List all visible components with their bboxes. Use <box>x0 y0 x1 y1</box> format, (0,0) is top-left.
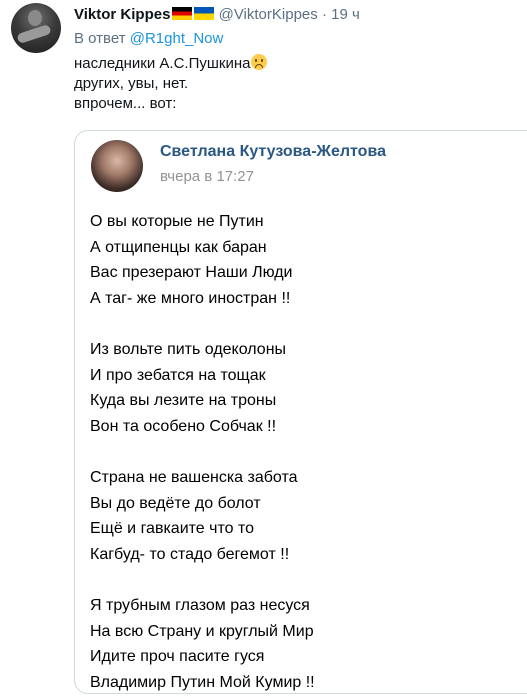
germany-flag-icon <box>172 7 193 20</box>
author-handle[interactable]: @ViktorKippes <box>219 6 318 23</box>
reply-context: В ответ @R1ght_Now <box>74 30 223 47</box>
tweet-line: других, увы, нет. <box>74 75 189 92</box>
poem-line: О вы которые не Путин <box>90 213 264 230</box>
poem-line: А отщипенцы как баран <box>90 238 267 256</box>
poem-line: Ещё и гавкаите что то <box>90 520 254 538</box>
poem-line: Идите проч пасите гуся <box>90 648 265 666</box>
tweet-line: впрочем... вот: <box>74 95 177 112</box>
attached-screenshot-card[interactable]: Светлана Кутузова-Желтова вчера в 17:27 … <box>74 130 527 694</box>
tweet-timestamp[interactable]: 19 ч <box>331 6 360 23</box>
poem-line: Я трубным глазом раз несуся <box>90 596 310 614</box>
avatar-guitar-shape <box>16 23 52 45</box>
poem-stanza: Страна не вашенска забота Вы до ведёте д… <box>90 465 315 567</box>
tweet-line-text: наследники А.С.Пушкина <box>74 55 251 72</box>
vk-post-date: вчера в 17:27 <box>160 168 254 185</box>
reply-prefix: В ответ <box>74 30 126 47</box>
vk-author-name: Светлана Кутузова-Желтова <box>160 143 386 160</box>
poem-line: А таг- же много иностран !! <box>90 289 291 307</box>
ukraine-flag-icon <box>194 7 215 20</box>
tweet-header: Viktor Kippes @ViktorKippes · 19 ч <box>74 6 360 23</box>
poem-line: Вас презерают Наши Люди <box>90 264 293 282</box>
poem-text: О вы которые не Путин А отщипенцы как ба… <box>90 209 315 693</box>
avatar-head-shape <box>28 10 42 26</box>
poem-line: Куда вы лезите на троны <box>90 392 277 410</box>
tweet-text: наследники А.С.Пушкина других, увы, нет.… <box>74 54 268 114</box>
poem-line: Страна не вашенска забота <box>90 468 298 486</box>
author-name[interactable]: Viktor Kippes <box>74 6 170 23</box>
separator-dot: · <box>321 6 327 23</box>
poem-line: Из вольте пить одеколоны <box>90 340 287 358</box>
poem-stanza: Я трубным глазом раз несуся На всю Стран… <box>90 593 315 693</box>
poem-line: Вон та особено Собчак !! <box>90 417 277 435</box>
poem-line: Владимир Путин Мой Кумир !! <box>90 673 315 691</box>
poem-line: На всю Страну и круглый Мир <box>90 622 314 640</box>
poem-stanza: Из вольте пить одеколоны И про зебатся н… <box>90 337 315 439</box>
poem-line: Кагбуд- то стадо бегемот !! <box>90 545 290 563</box>
author-avatar[interactable] <box>11 3 61 53</box>
poem-line: И про зебатся на тощак <box>90 366 266 384</box>
vk-author-avatar <box>91 140 143 192</box>
poem-line: Вы до ведёте до болот <box>90 494 261 512</box>
poem-stanza: О вы которые не Путин А отщипенцы как ба… <box>90 209 315 311</box>
reply-mention-link[interactable]: @R1ght_Now <box>130 30 224 47</box>
tweet-line: наследники А.С.Пушкина <box>74 54 268 74</box>
sad-face-emoji-icon <box>251 54 268 70</box>
